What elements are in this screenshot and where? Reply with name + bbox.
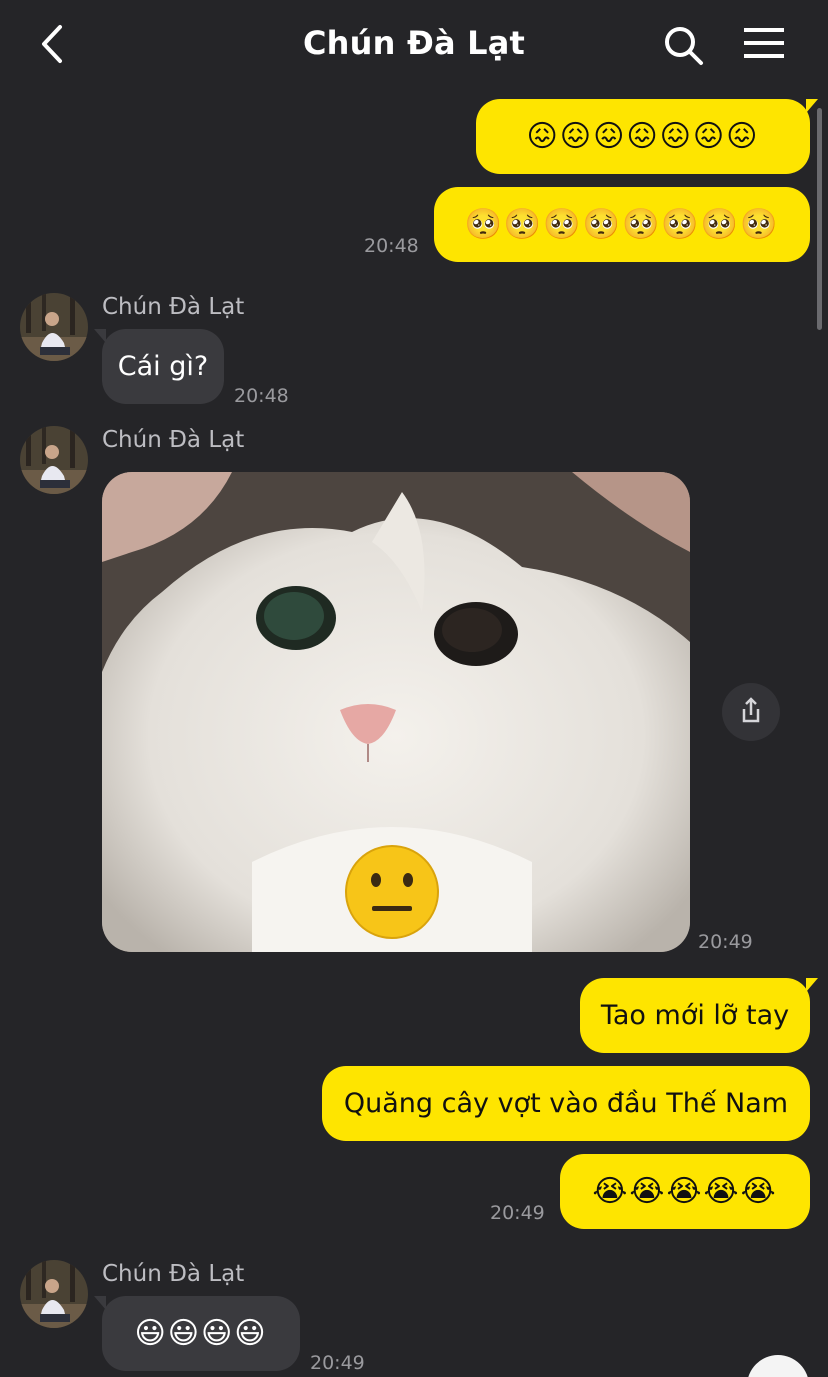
- sender-name: Chún Đà Lạt: [102, 427, 245, 453]
- message-timestamp: 20:49: [310, 1352, 365, 1374]
- sender-avatar[interactable]: [20, 426, 88, 494]
- bubble-tail: [806, 978, 818, 992]
- bubble-tail: [94, 1296, 106, 1310]
- message-text: 🥺🥺🥺🥺🥺🥺🥺🥺: [464, 207, 780, 242]
- hamburger-menu-icon: [744, 28, 784, 58]
- photo-message[interactable]: [102, 472, 690, 952]
- outgoing-message[interactable]: Quăng cây vợt vào đầu Thế Nam: [322, 1066, 810, 1141]
- message-timestamp: 20:48: [234, 385, 289, 407]
- incoming-message[interactable]: Cái gì?: [94, 329, 224, 404]
- chat-header: Chún Đà Lạt: [0, 0, 828, 90]
- message-text: Cái gì?: [117, 351, 209, 382]
- search-icon: [665, 27, 703, 65]
- avatar-photo: [20, 293, 88, 361]
- message-text: Quăng cây vợt vào đầu Thế Nam: [343, 1088, 789, 1119]
- incoming-message[interactable]: 😃😃😃😃: [94, 1296, 300, 1371]
- message-text: 😭😭😭😭😭: [592, 1174, 778, 1209]
- scroll-indicator[interactable]: [817, 108, 822, 330]
- message-text: 😖😖😖😖😖😖😖: [526, 119, 760, 154]
- sender-avatar[interactable]: [20, 293, 88, 361]
- avatar-photo: [20, 426, 88, 494]
- cat-photo: [102, 472, 690, 952]
- message-text: 😃😃😃😃: [134, 1316, 268, 1351]
- bubble-tail: [94, 329, 106, 343]
- share-icon: [742, 697, 760, 723]
- bubble-tail: [806, 99, 818, 113]
- sender-name: Chún Đà Lạt: [102, 294, 245, 320]
- outgoing-message[interactable]: Tao mới lỡ tay: [580, 978, 818, 1053]
- avatar-photo: [20, 1260, 88, 1328]
- message-timestamp: 20:49: [698, 931, 753, 953]
- share-button[interactable]: [722, 683, 780, 741]
- message-timestamp: 20:49: [490, 1202, 545, 1224]
- sender-avatar[interactable]: [20, 1260, 88, 1328]
- sender-name: Chún Đà Lạt: [102, 1261, 245, 1287]
- message-text: Tao mới lỡ tay: [600, 1000, 790, 1031]
- outgoing-message[interactable]: 😖😖😖😖😖😖😖: [476, 99, 818, 174]
- menu-button[interactable]: [740, 24, 788, 64]
- chat-screen: Chún Đà Lạt 😖😖😖😖😖😖😖 🥺🥺🥺🥺🥺🥺🥺🥺 20:48 Chún …: [0, 0, 828, 1377]
- message-timestamp: 20:48: [364, 235, 419, 257]
- search-button[interactable]: [660, 22, 708, 70]
- outgoing-message[interactable]: 🥺🥺🥺🥺🥺🥺🥺🥺: [434, 187, 810, 262]
- scroll-to-bottom-button[interactable]: [747, 1355, 809, 1377]
- outgoing-message[interactable]: 😭😭😭😭😭: [560, 1154, 810, 1229]
